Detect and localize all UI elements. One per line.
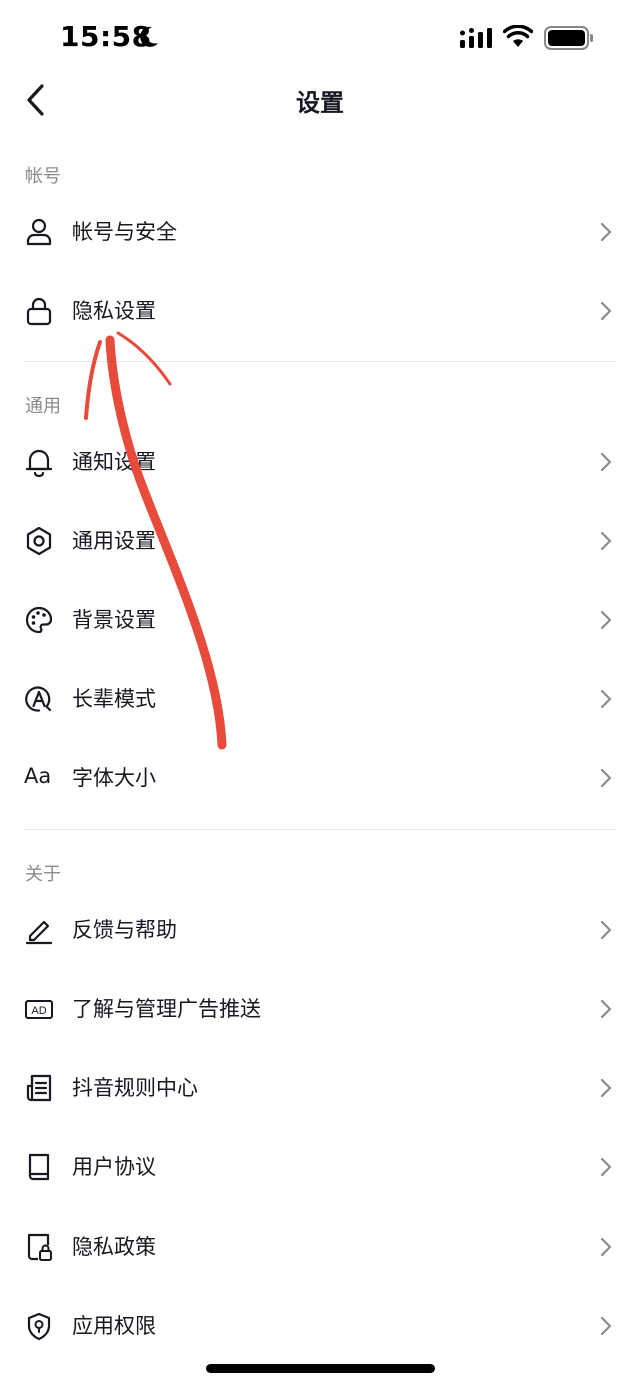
svg-text:AD: AD xyxy=(31,1005,46,1017)
document-icon xyxy=(26,1074,52,1102)
chevron-right-icon xyxy=(600,301,612,321)
cellular-signal-icon xyxy=(460,28,492,48)
moon-icon xyxy=(140,26,158,47)
settings-row-app-permissions[interactable]: 应用权限 xyxy=(0,1286,640,1365)
settings-row-label: 抖音规则中心 xyxy=(72,1076,198,1100)
person-icon xyxy=(26,218,52,246)
chevron-right-icon xyxy=(600,1237,612,1257)
ad-icon: AD xyxy=(25,1000,53,1019)
chevron-right-icon xyxy=(600,920,612,940)
settings-row-label: 帐号与安全 xyxy=(72,220,177,244)
chevron-right-icon xyxy=(600,222,612,242)
settings-row-privacy-settings[interactable]: 隐私设置 xyxy=(0,271,640,350)
settings-row-label: 隐私设置 xyxy=(72,299,156,323)
battery-icon xyxy=(544,26,593,50)
settings-row-account-security[interactable]: 帐号与安全 xyxy=(0,192,640,271)
status-bar: 15:58 xyxy=(0,0,640,78)
settings-row-label: 通用设置 xyxy=(72,529,156,553)
pencil-icon xyxy=(25,920,53,945)
font-size-icon: Aa xyxy=(24,764,52,788)
settings-row-label: 应用权限 xyxy=(72,1314,156,1338)
settings-row-elder-mode[interactable]: 长辈模式 xyxy=(0,659,640,738)
settings-row-privacy-policy[interactable]: 隐私政策 xyxy=(0,1207,640,1286)
lock-icon xyxy=(26,297,52,326)
settings-row-label: 字体大小 xyxy=(72,766,156,790)
chevron-right-icon xyxy=(600,531,612,551)
chevron-right-icon xyxy=(600,452,612,472)
settings-row-label: 用户协议 xyxy=(72,1155,156,1179)
settings-row-general-settings[interactable]: 通用设置 xyxy=(0,501,640,580)
home-indicator[interactable] xyxy=(206,1364,435,1373)
settings-row-label: 通知设置 xyxy=(72,450,156,474)
settings-row-label: 了解与管理广告推送 xyxy=(72,997,261,1021)
section-header-about: 关于 xyxy=(25,864,61,885)
chevron-right-icon xyxy=(600,768,612,788)
palette-icon xyxy=(25,606,53,634)
chevron-right-icon xyxy=(600,1316,612,1336)
settings-row-label: 反馈与帮助 xyxy=(72,918,177,942)
settings-row-label: 背景设置 xyxy=(72,608,156,632)
section-divider xyxy=(24,829,616,830)
bell-icon xyxy=(25,449,53,477)
wifi-icon xyxy=(503,25,533,47)
chevron-right-icon xyxy=(600,1078,612,1098)
chevron-right-icon xyxy=(600,610,612,630)
settings-row-rules-center[interactable]: 抖音规则中心 xyxy=(0,1048,640,1127)
chevron-right-icon xyxy=(600,1157,612,1177)
navigation-bar: 设置 xyxy=(0,70,640,130)
chevron-right-icon xyxy=(600,999,612,1019)
section-header-general: 通用 xyxy=(25,396,61,417)
settings-row-label: 长辈模式 xyxy=(72,687,156,711)
settings-row-background[interactable]: 背景设置 xyxy=(0,580,640,659)
section-divider xyxy=(24,361,616,362)
book-icon xyxy=(28,1153,50,1181)
settings-row-font-size[interactable]: Aa 字体大小 xyxy=(0,738,640,817)
chevron-right-icon xyxy=(600,689,612,709)
shield-icon xyxy=(27,1312,51,1341)
gear-icon xyxy=(26,526,52,556)
page-title: 设置 xyxy=(296,89,344,117)
settings-row-feedback-help[interactable]: 反馈与帮助 xyxy=(0,890,640,969)
settings-row-user-agreement[interactable]: 用户协议 xyxy=(0,1127,640,1206)
section-header-account: 帐号 xyxy=(25,166,61,187)
privacy-doc-icon xyxy=(27,1233,52,1261)
settings-row-label: 隐私政策 xyxy=(72,1235,156,1259)
settings-row-notifications[interactable]: 通知设置 xyxy=(0,422,640,501)
settings-row-ad-management[interactable]: AD 了解与管理广告推送 xyxy=(0,969,640,1048)
elder-mode-icon xyxy=(25,686,52,712)
